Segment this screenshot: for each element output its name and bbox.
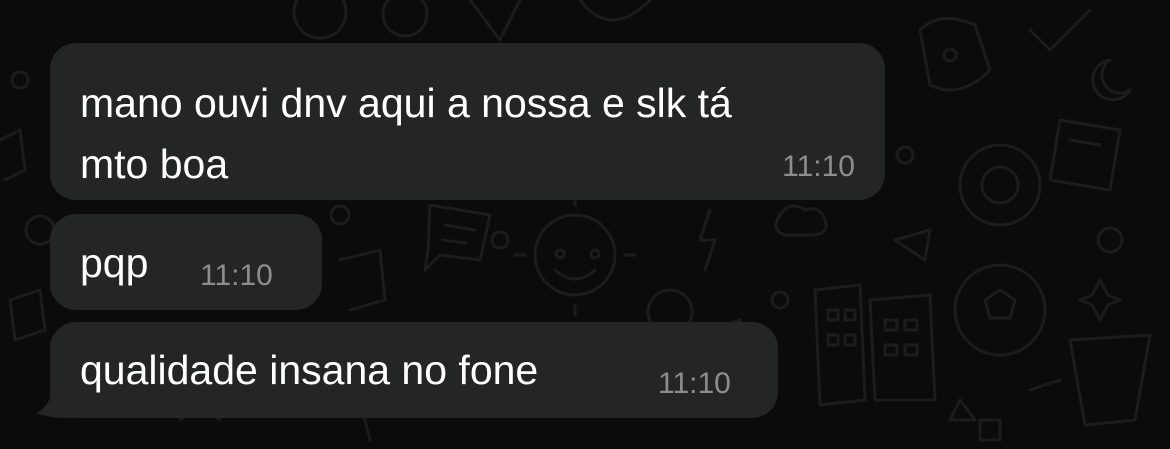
message-bubble-2[interactable]: pqp 11:10 [50, 214, 322, 310]
message-text-line: mto boa [80, 141, 229, 187]
chat-view: mano ouvi dnv aqui a nossa e slk tá mto … [0, 0, 1170, 449]
message-text-line: mano ouvi dnv aqui a nossa e slk tá [80, 80, 732, 126]
message-timestamp: 11:10 [782, 150, 855, 183]
message-timestamp: 11:10 [658, 367, 731, 400]
message-bubble-1[interactable]: mano ouvi dnv aqui a nossa e slk tá mto … [50, 43, 885, 200]
message-timestamp: 11:10 [200, 259, 273, 292]
message-bubble-3[interactable]: qualidade insana no fone 11:10 [50, 322, 778, 418]
bubble-tail-icon [36, 380, 70, 418]
message-text: pqp [80, 240, 149, 286]
message-text: qualidade insana no fone [80, 347, 539, 393]
